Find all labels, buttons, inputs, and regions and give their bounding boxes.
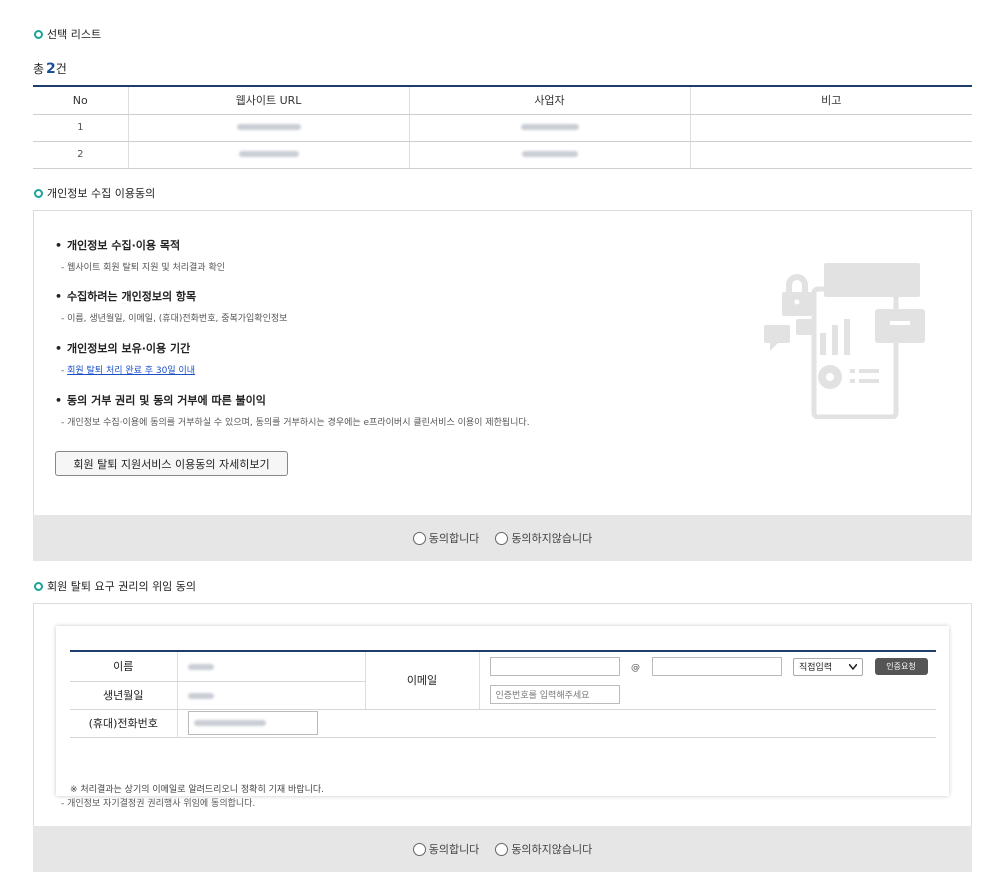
item-heading-fields: 수집하려는 개인정보의 항목 xyxy=(55,288,196,304)
item-heading-refusal: 동의 거부 권리 및 동의 거부에 따른 불이익 xyxy=(55,392,266,408)
item-heading-purpose: 개인정보 수집·이용 목적 xyxy=(55,237,180,253)
circle-bullet-icon xyxy=(34,29,43,39)
item-desc-purpose: - 웹사이트 회원 탈퇴 지원 및 처리결과 확인 xyxy=(61,263,226,273)
radio-icon xyxy=(412,842,426,856)
header-url: 웹사이트 URL xyxy=(127,86,409,115)
phone-value-cell xyxy=(176,709,936,738)
privacy-consent-box: 개인정보 수집·이용 목적 - 웹사이트 회원 탈퇴 지원 및 처리결과 확인 … xyxy=(33,210,972,515)
privacy-agree-radio[interactable]: 동의합니다 xyxy=(412,530,480,546)
email-domain-select[interactable]: 직접입력 xyxy=(793,657,863,676)
radio-icon xyxy=(495,531,509,545)
phone-label: (휴대)전화번호 xyxy=(70,709,177,738)
verification-code-input[interactable]: 인증번호를 입력해주세요 xyxy=(489,685,620,705)
section-title-select-list: 선택 리스트 xyxy=(34,26,101,42)
verification-code-row: 인증번호를 입력해주세요 xyxy=(479,681,936,710)
item-desc-refusal: - 개인정보 수집·이용에 동의를 거부하실 수 있으며, 동의를 거부하시는 … xyxy=(61,418,530,428)
delegation-agree-radio[interactable]: 동의합니다 xyxy=(412,841,480,857)
privacy-agree-bar: 동의합니다 동의하지않습니다 xyxy=(33,515,972,561)
delegation-consent-text: - 개인정보 자기결정권 권리행사 위임에 동의합니다. xyxy=(61,799,256,809)
total-prefix: 총 xyxy=(33,62,45,76)
row-note xyxy=(689,141,972,169)
privacy-disagree-label: 동의하지않습니다 xyxy=(511,532,593,545)
delegation-agree-bar: 동의합니다 동의하지않습니다 xyxy=(33,826,972,872)
select-list-table: No 웹사이트 URL 사업자 비고 1 2 xyxy=(33,85,972,169)
table-header-row: No 웹사이트 URL 사업자 비고 xyxy=(33,86,972,115)
masked-birth xyxy=(187,692,214,699)
email-notice: ※ 처리결과는 상기의 이메일로 알려드리오니 정확히 기재 바랍니다. xyxy=(70,785,324,795)
table-row[interactable]: 1 xyxy=(33,114,972,142)
section-title-privacy: 개인정보 수집 이용동의 xyxy=(34,185,155,201)
name-label: 이름 xyxy=(70,651,177,682)
table-row[interactable]: 2 xyxy=(33,141,972,169)
masked-url xyxy=(236,124,301,130)
masked-phone xyxy=(193,720,266,726)
phone-input[interactable] xyxy=(187,711,318,735)
detail-view-button[interactable]: 회원 탈퇴 지원서비스 이용동의 자세히보기 xyxy=(55,451,288,476)
masked-url xyxy=(238,151,299,157)
header-note: 비고 xyxy=(689,86,972,115)
domain-select-value: 직접입력 xyxy=(799,663,833,673)
row-no: 1 xyxy=(33,114,128,142)
delegation-disagree-label: 동의하지않습니다 xyxy=(511,843,593,856)
total-suffix: 건 xyxy=(55,62,67,76)
masked-company xyxy=(520,124,579,130)
row-note xyxy=(689,114,972,142)
circle-bullet-icon xyxy=(34,581,43,591)
item-heading-retention: 개인정보의 보유·이용 기간 xyxy=(55,340,190,356)
birth-value xyxy=(176,681,365,710)
header-no: No xyxy=(33,86,128,115)
row-company xyxy=(408,114,690,142)
privacy-title: 개인정보 수집 이용동의 xyxy=(47,187,156,200)
delegation-box: 이름 이메일 @ 직접입력 인증요청 생년월일 인증번호를 입력해주세요 (휴대… xyxy=(33,603,972,826)
total-count-number: 2 xyxy=(46,61,56,77)
name-value xyxy=(176,651,365,682)
item-desc-fields: - 이름, 생년월일, 이메일, (휴대)전화번호, 중복가입확인정보 xyxy=(61,314,288,324)
row-url xyxy=(127,141,409,169)
privacy-illustration-icon xyxy=(764,263,925,419)
retention-link[interactable]: 회원 탈퇴 처리 완료 후 30일 이내 xyxy=(67,366,195,376)
privacy-agree-label: 동의합니다 xyxy=(428,532,480,545)
row-url xyxy=(127,114,409,142)
row-company xyxy=(408,141,690,169)
chevron-down-icon xyxy=(849,663,857,670)
total-count: 총 2건 xyxy=(33,60,67,77)
item-desc-retention: - 회원 탈퇴 처리 완료 후 30일 이내 xyxy=(61,363,195,376)
delegation-form-table: 이름 이메일 @ 직접입력 인증요청 생년월일 인증번호를 입력해주세요 (휴대… xyxy=(70,650,936,738)
select-list-title: 선택 리스트 xyxy=(47,28,102,41)
header-company: 사업자 xyxy=(408,86,690,115)
email-row: @ 직접입력 인증요청 xyxy=(479,651,936,681)
verification-request-button[interactable]: 인증요청 xyxy=(874,658,928,675)
row-no: 2 xyxy=(33,141,128,169)
privacy-disagree-radio[interactable]: 동의하지않습니다 xyxy=(495,530,592,546)
masked-name xyxy=(187,663,214,670)
delegation-agree-label: 동의합니다 xyxy=(428,843,480,856)
birth-label: 생년월일 xyxy=(70,681,177,710)
email-local-input[interactable] xyxy=(489,657,620,676)
radio-icon xyxy=(495,842,509,856)
delegation-form-card: 이름 이메일 @ 직접입력 인증요청 생년월일 인증번호를 입력해주세요 (휴대… xyxy=(56,626,949,796)
section-title-delegation: 회원 탈퇴 요구 권리의 위임 동의 xyxy=(34,578,196,594)
email-label: 이메일 xyxy=(364,651,480,710)
email-at-sign: @ xyxy=(631,662,640,673)
delegation-title: 회원 탈퇴 요구 권리의 위임 동의 xyxy=(47,580,197,593)
email-domain-input[interactable] xyxy=(651,657,782,676)
radio-icon xyxy=(412,531,426,545)
masked-company xyxy=(521,151,578,157)
circle-bullet-icon xyxy=(34,188,43,198)
delegation-disagree-radio[interactable]: 동의하지않습니다 xyxy=(495,841,592,857)
